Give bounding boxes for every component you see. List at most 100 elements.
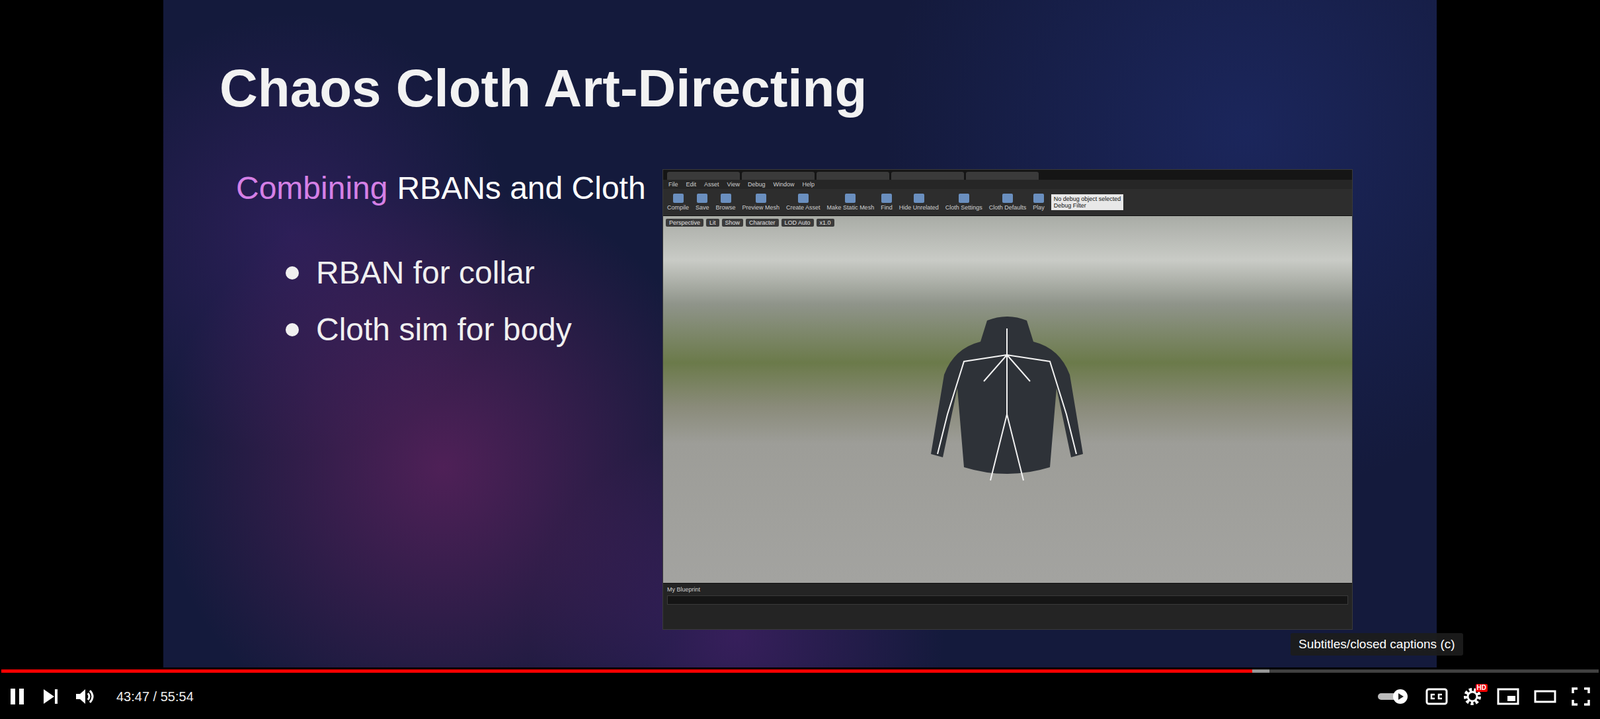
menu-item: File [668, 181, 679, 188]
bullet-dot [285, 323, 299, 337]
toolbar-icon [844, 193, 856, 203]
theater-icon[interactable] [1533, 688, 1557, 706]
editor-toolbar: Compile Save Browse Preview Mesh Create Asse… [663, 189, 1353, 217]
editor-tab [816, 171, 890, 180]
bullet-item: Cloth sim for body [219, 310, 663, 350]
volume-icon[interactable] [74, 686, 97, 707]
menu-item: Window [772, 181, 795, 188]
viewport-button: x1.0 [816, 218, 835, 227]
menu-item: Edit [686, 181, 697, 188]
toolbar-icon [1002, 193, 1013, 203]
bottom-panel-title: My Blueprint [667, 586, 1349, 594]
editor-tab [741, 171, 815, 180]
viewport-button: LOD Auto [781, 218, 814, 227]
editor-tab [667, 171, 740, 180]
viewport-button: Perspective [665, 218, 704, 227]
bullet-dot [285, 266, 299, 280]
viewport: PerspectiveLitShowCharacterLOD Autox1.0 [663, 216, 1353, 584]
toolbar-button: Hide Unrelated [899, 193, 939, 211]
bullet-text: Cloth sim for body [316, 310, 572, 350]
toolbar-label: Browse [716, 204, 736, 211]
toolbar-icon [958, 193, 970, 203]
toolbar-label: Play [1032, 204, 1045, 211]
menu-item: View [727, 181, 740, 188]
slide: Chaos Cloth Art-Directing CombiningRBANs … [163, 0, 1437, 668]
toolbar-button: Create Asset [786, 193, 821, 211]
toolbar-button: Make Static Mesh [827, 193, 875, 211]
debug-filter: No debug object selectedDebug Filter [1051, 194, 1124, 211]
slide-subtitle: CombiningRBANs and Cloth [219, 169, 663, 208]
jacket-figure [924, 315, 1090, 494]
slide-title: Chaos Cloth Art-Directing [219, 58, 1437, 120]
panel-search [667, 595, 1349, 605]
bottom-panel: My Blueprint [663, 583, 1353, 630]
captions-tooltip: Subtitles/closed captions (c) [1290, 633, 1464, 656]
toolbar-button: Compile [667, 193, 689, 211]
toolbar-label: Make Static Mesh [827, 204, 875, 211]
toolbar-button: Save [695, 193, 710, 211]
quality-badge: HD [1475, 684, 1488, 693]
viewport-button: Show [721, 218, 744, 227]
toolbar-icon [696, 193, 708, 203]
viewport-button: Lit [706, 218, 720, 227]
toolbar-icon [798, 193, 809, 203]
subtitle-rest: RBANs and Cloth [396, 169, 646, 208]
toolbar-icon [913, 193, 925, 203]
autoplay-toggle[interactable] [1376, 688, 1411, 705]
toolbar-label: Cloth Defaults [989, 204, 1027, 211]
pause-icon[interactable] [7, 686, 27, 707]
progress-bar[interactable] [0, 667, 1600, 675]
captions-icon[interactable] [1425, 688, 1448, 706]
toolbar-label: Create Asset [786, 204, 821, 211]
subtitle-highlight: Combining [236, 169, 388, 208]
toolbar-icon [720, 193, 732, 203]
fullscreen-icon[interactable] [1570, 686, 1591, 707]
menu-item: Asset [704, 181, 720, 188]
editor-tabs [663, 169, 1353, 180]
slide-body: CombiningRBANs and Cloth RBAN for collar C… [219, 169, 1437, 631]
controls-left: 43:47 / 55:54 [7, 686, 194, 707]
toolbar-button: Cloth Defaults [989, 193, 1027, 211]
toolbar-icon [755, 193, 767, 203]
debug-filter-label: Debug Filter [1053, 202, 1122, 209]
time-display: 43:47 / 55:54 [116, 689, 194, 705]
slide-text: CombiningRBANs and Cloth RBAN for collar C… [219, 169, 663, 631]
toolbar-button: Find [880, 193, 893, 211]
bullet-text: RBAN for collar [316, 253, 535, 293]
toolbar-label: Find [880, 204, 893, 211]
menu-item: Debug [747, 181, 766, 188]
toolbar-label: Preview Mesh [742, 204, 781, 211]
toolbar-icon [673, 193, 684, 203]
viewport-button: Character [745, 218, 779, 227]
bullet-list: RBAN for collar Cloth sim for body [219, 253, 663, 350]
next-icon[interactable] [40, 686, 60, 707]
toolbar-button: Browse [716, 193, 736, 211]
progress-fill [1, 669, 1253, 674]
menu-item: Help [801, 181, 815, 188]
progress-track[interactable] [1, 669, 1599, 674]
editor-tab [965, 171, 1039, 180]
toolbar-icon [1033, 193, 1044, 203]
toolbar-button: Cloth Settings [945, 193, 983, 211]
controls-right: HD [1376, 686, 1591, 707]
settings-button[interactable]: HD [1462, 686, 1483, 707]
video-frame[interactable]: Chaos Cloth Art-Directing CombiningRBANs … [0, 0, 1600, 668]
editor-window: File Edit Asset View Debug Window Help Compile S… [662, 169, 1353, 631]
toolbar-icon [881, 193, 892, 203]
autoplay-icon[interactable] [1376, 688, 1411, 705]
toolbar-button: Preview Mesh [742, 193, 781, 211]
viewport-bar: PerspectiveLitShowCharacterLOD Autox1.0 [663, 216, 1353, 230]
player-controls: 43:47 / 55:54 HD [0, 674, 1600, 719]
play-pause-button[interactable] [7, 686, 27, 707]
editor-menu: File Edit Asset View Debug Window Help [663, 179, 1353, 190]
toolbar-label: Compile [667, 204, 689, 211]
miniplayer-icon[interactable] [1496, 688, 1520, 706]
bullet-item: RBAN for collar [219, 253, 663, 293]
jacket-icon [924, 315, 1090, 494]
toolbar-label: Save [695, 204, 710, 211]
debug-object: No debug object selected [1053, 195, 1122, 203]
toolbar-button: Play [1032, 193, 1045, 211]
toolbar-label: Hide Unrelated [899, 204, 939, 211]
toolbar-label: Cloth Settings [945, 204, 983, 211]
editor-tab [891, 171, 964, 180]
